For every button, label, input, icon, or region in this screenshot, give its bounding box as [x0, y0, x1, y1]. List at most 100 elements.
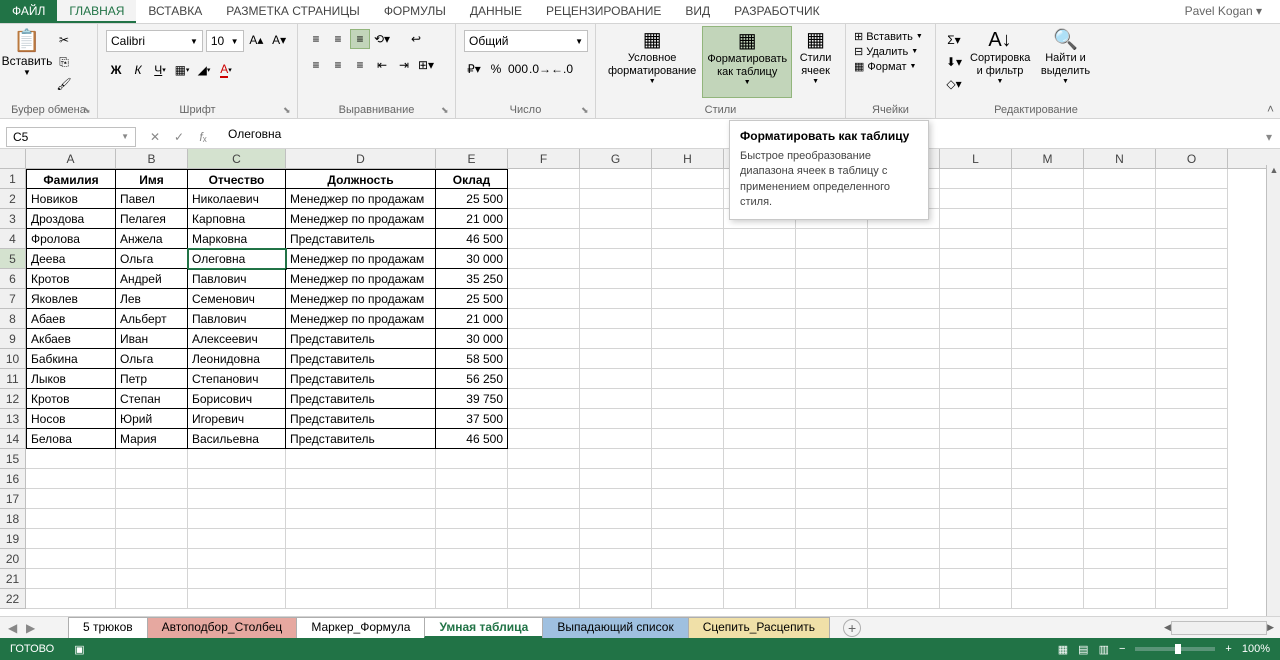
row-header[interactable]: 17: [0, 489, 26, 509]
cell[interactable]: [1084, 409, 1156, 429]
row-header[interactable]: 6: [0, 269, 26, 289]
cell[interactable]: [940, 549, 1012, 569]
cell[interactable]: [1012, 429, 1084, 449]
cell[interactable]: [940, 509, 1012, 529]
row-header[interactable]: 5: [0, 249, 26, 269]
cell[interactable]: [1084, 349, 1156, 369]
cut-button[interactable]: ✂: [54, 30, 74, 50]
cell[interactable]: [188, 509, 286, 529]
cell[interactable]: [1012, 229, 1084, 249]
cell[interactable]: [724, 309, 796, 329]
cell[interactable]: [436, 449, 508, 469]
cell[interactable]: Имя: [116, 169, 188, 189]
cell[interactable]: [1084, 189, 1156, 209]
cell[interactable]: [436, 529, 508, 549]
format-painter-button[interactable]: 🖌: [54, 74, 74, 94]
tab-insert[interactable]: ВСТАВКА: [136, 0, 214, 23]
cell[interactable]: [1156, 329, 1228, 349]
cell[interactable]: Менеджер по продажам: [286, 289, 436, 309]
increase-decimal-button[interactable]: .0→: [530, 59, 550, 79]
view-normal-button[interactable]: ▦: [1058, 643, 1068, 656]
cell[interactable]: [796, 309, 868, 329]
cell[interactable]: Кротов: [26, 389, 116, 409]
cell[interactable]: [580, 349, 652, 369]
cell[interactable]: [940, 329, 1012, 349]
cell[interactable]: [26, 569, 116, 589]
wrap-text-button[interactable]: ↩: [406, 29, 426, 49]
align-top-button[interactable]: ≡: [306, 29, 326, 49]
cancel-formula-button[interactable]: ✕: [146, 128, 164, 146]
cell[interactable]: [724, 569, 796, 589]
cell[interactable]: [652, 529, 724, 549]
collapse-ribbon-button[interactable]: ˄: [1267, 102, 1274, 116]
cell[interactable]: 37 500: [436, 409, 508, 429]
cell[interactable]: [1156, 369, 1228, 389]
cell[interactable]: [1156, 309, 1228, 329]
alignment-launcher[interactable]: ⬊: [441, 105, 451, 115]
cell[interactable]: [940, 309, 1012, 329]
cell[interactable]: [580, 449, 652, 469]
cell[interactable]: [1012, 569, 1084, 589]
cell[interactable]: [286, 469, 436, 489]
merge-button[interactable]: ⊞▾: [416, 55, 436, 75]
cell[interactable]: [940, 369, 1012, 389]
cell[interactable]: [436, 569, 508, 589]
cell[interactable]: [116, 569, 188, 589]
cell[interactable]: 21 000: [436, 209, 508, 229]
cell[interactable]: [724, 229, 796, 249]
row-header[interactable]: 1: [0, 169, 26, 189]
cell[interactable]: [436, 589, 508, 609]
cell[interactable]: [508, 489, 580, 509]
cell[interactable]: Кротов: [26, 269, 116, 289]
delete-cells-button[interactable]: ⊟Удалить ▼: [854, 45, 927, 58]
row-header[interactable]: 20: [0, 549, 26, 569]
cell[interactable]: 25 500: [436, 189, 508, 209]
cell[interactable]: [1012, 589, 1084, 609]
cell[interactable]: Фамилия: [26, 169, 116, 189]
cell[interactable]: Представитель: [286, 329, 436, 349]
cell[interactable]: 46 500: [436, 229, 508, 249]
sheet-tab[interactable]: Выпадающий список: [542, 617, 688, 638]
cell[interactable]: Новиков: [26, 189, 116, 209]
cell[interactable]: [508, 309, 580, 329]
cell[interactable]: [1012, 449, 1084, 469]
col-header-G[interactable]: G: [580, 149, 652, 168]
cell[interactable]: [724, 469, 796, 489]
cell[interactable]: [940, 229, 1012, 249]
cell-styles-button[interactable]: ▦ Стили ячеек▼: [792, 26, 839, 98]
cell[interactable]: [1012, 389, 1084, 409]
font-color-button[interactable]: А▾: [216, 60, 236, 80]
cell[interactable]: [1084, 249, 1156, 269]
cell[interactable]: Представитель: [286, 369, 436, 389]
cell[interactable]: [580, 529, 652, 549]
vertical-scrollbar[interactable]: ▲: [1266, 165, 1280, 616]
cell[interactable]: Фролова: [26, 229, 116, 249]
cell[interactable]: [1084, 309, 1156, 329]
cell[interactable]: [580, 469, 652, 489]
cell[interactable]: [580, 209, 652, 229]
copy-button[interactable]: ⎘: [54, 52, 74, 72]
cell[interactable]: [796, 289, 868, 309]
row-header[interactable]: 3: [0, 209, 26, 229]
cell[interactable]: [940, 349, 1012, 369]
cell[interactable]: [1156, 449, 1228, 469]
border-button[interactable]: ▦▾: [172, 60, 192, 80]
cell[interactable]: [796, 229, 868, 249]
cell[interactable]: [508, 429, 580, 449]
cell[interactable]: [1084, 549, 1156, 569]
zoom-out-button[interactable]: −: [1119, 643, 1125, 655]
cell[interactable]: [508, 209, 580, 229]
cell[interactable]: [508, 589, 580, 609]
cell[interactable]: [1084, 229, 1156, 249]
cell[interactable]: [188, 449, 286, 469]
cell[interactable]: [508, 289, 580, 309]
cell[interactable]: [868, 389, 940, 409]
decrease-font-button[interactable]: A▾: [269, 30, 289, 50]
cell[interactable]: [652, 369, 724, 389]
row-header[interactable]: 18: [0, 509, 26, 529]
align-right-button[interactable]: ≡: [350, 55, 370, 75]
cell[interactable]: Менеджер по продажам: [286, 189, 436, 209]
cell[interactable]: [724, 249, 796, 269]
cell[interactable]: [868, 449, 940, 469]
cell[interactable]: [286, 569, 436, 589]
